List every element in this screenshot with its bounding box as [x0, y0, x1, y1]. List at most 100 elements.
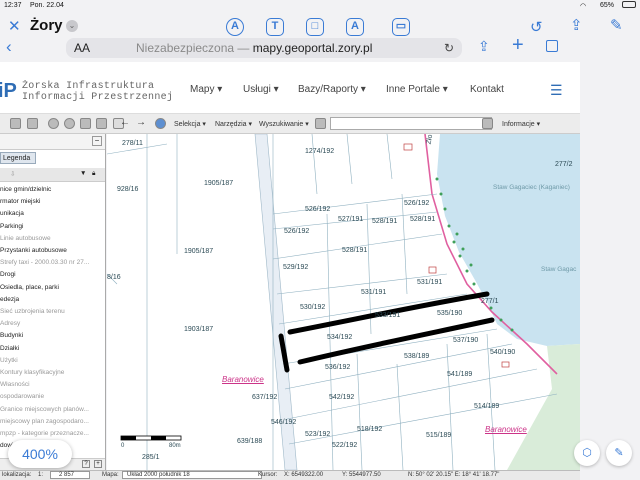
close-x-icon[interactable]: ✕	[8, 17, 21, 35]
wyszukiwanie-menu[interactable]: Wyszukiwanie ▾	[259, 120, 309, 128]
triangle-down-icon[interactable]: ▼	[80, 170, 86, 177]
legend-item[interactable]: unikacja	[0, 210, 24, 217]
tabs-icon[interactable]	[546, 40, 558, 52]
reload-icon[interactable]: ↻	[444, 38, 454, 58]
print-icon[interactable]	[10, 118, 21, 129]
legend-item[interactable]: Osiedla, place, parki	[0, 284, 59, 291]
scale-prefix: 1:	[38, 472, 44, 478]
legend-item[interactable]: Użytki	[0, 357, 18, 364]
pen-tip-icon[interactable]: A	[226, 18, 244, 36]
legend-item[interactable]: nice gmin/dzielnic	[0, 186, 51, 193]
legend-item[interactable]: ospodarowanie	[0, 393, 44, 400]
url-prefix: Niezabezpieczona —	[136, 41, 253, 55]
hamburger-menu-icon[interactable]: ☰	[550, 82, 563, 99]
zoom-in-icon[interactable]	[48, 118, 59, 129]
legend-item[interactable]: Strefy taxi - 2000.03.30 nr 27...	[0, 259, 89, 266]
parcel-label: 526/192	[305, 206, 331, 213]
parcel-label: 639/188	[237, 438, 263, 445]
shapes-icon[interactable]: □	[306, 18, 324, 36]
lasso-icon[interactable]: ⬡	[574, 440, 600, 466]
legend-item[interactable]: Sieć uzbrojenia terenu	[0, 308, 65, 315]
parcel-label: 540/190	[490, 349, 516, 356]
parcel-label: 285/1	[142, 454, 160, 461]
arrow-back-icon[interactable]: ←	[120, 117, 130, 128]
edit-icon[interactable]: ✎	[610, 16, 623, 34]
collapse-icon[interactable]: −	[92, 136, 102, 146]
parcel-label: 8/16	[107, 274, 121, 281]
legend-item[interactable]: Linie autobusowe	[0, 235, 51, 242]
legend-tab[interactable]: Legenda	[0, 152, 36, 164]
parcel-label: 531/191	[361, 289, 387, 296]
legend-item[interactable]: Własności	[0, 381, 30, 388]
battery-icon	[622, 1, 636, 8]
reader-aa[interactable]: AA	[74, 41, 90, 55]
help-icon[interactable]: ?	[82, 460, 90, 468]
legend-item[interactable]: Przystanki autobusowe	[0, 247, 67, 254]
legend-panel: − Legenda ⇩ ▼ 🔒︎ nice gmin/dzielnic rmato…	[0, 134, 106, 470]
down-icon[interactable]: ⇩	[10, 170, 15, 178]
image-icon[interactable]: ▭	[392, 18, 410, 36]
parcel-label: 515/189	[426, 432, 452, 439]
nav-bazy-raporty[interactable]: Bazy/Raporty ▾	[298, 84, 366, 95]
legend-item[interactable]: Budynki	[0, 332, 23, 339]
nav-uslugi[interactable]: Usługi ▾	[243, 84, 279, 95]
nav-kontakt[interactable]: Kontakt	[470, 84, 504, 95]
selekcja-menu[interactable]: Selekcja ▾	[174, 120, 206, 128]
zoom-out-icon[interactable]	[64, 118, 75, 129]
list-icon[interactable]	[315, 118, 326, 129]
legend-item[interactable]: mpzp - kategorie przeznacze...	[0, 430, 89, 437]
edit-pencil-icon[interactable]: ✎	[606, 440, 632, 466]
legend-item[interactable]: Adresy	[0, 320, 20, 327]
legend-item[interactable]: rmator miejski	[0, 198, 40, 205]
text-box-icon[interactable]: T	[266, 18, 284, 36]
lock-icon[interactable]: 🔒︎	[92, 170, 95, 178]
legend-item[interactable]: Granice miejscowych planów...	[0, 406, 89, 413]
informacje-menu[interactable]: Informacje ▾	[502, 120, 540, 128]
legend-item[interactable]: miejscowy plan zagospodaro...	[0, 418, 89, 425]
text-style-icon[interactable]: A	[346, 18, 364, 36]
parcel-label: 277/2	[555, 161, 573, 168]
share-icon[interactable]: ⇪	[570, 16, 583, 34]
site-header: iP Żorska Infrastruktura Informacji Prze…	[0, 62, 580, 114]
location-label: lokalizacja:	[2, 472, 32, 478]
legend-item[interactable]: Kontury klasyfikacyjne	[0, 369, 64, 376]
arrow-forward-icon[interactable]: →	[136, 117, 146, 128]
parcel-label: 526/192	[404, 200, 430, 207]
legend-item[interactable]: Działki	[0, 345, 19, 352]
add-icon[interactable]: +	[94, 460, 102, 468]
zoom-badge[interactable]: 400%	[8, 440, 72, 468]
logo-mark[interactable]: iP	[0, 80, 17, 103]
address-bar[interactable]: AA Niezabezpieczona — mapy.geoportal.zory…	[66, 38, 462, 58]
crs-select[interactable]: Układ 2000 południk 18	[122, 471, 262, 479]
scale-end: 80m	[169, 443, 181, 449]
narzedzia-menu[interactable]: Narzędzia ▾	[215, 120, 252, 128]
nav-inne-portale[interactable]: Inne Portale ▾	[386, 84, 448, 95]
parcel-label: 530/192	[300, 304, 326, 311]
legend-item[interactable]: edezja	[0, 296, 19, 303]
extent-icon[interactable]	[27, 118, 38, 129]
map-search-input[interactable]	[330, 117, 492, 130]
legend-item[interactable]: Parkingi	[0, 223, 23, 230]
zoom-window-icon[interactable]	[96, 118, 107, 129]
back-icon[interactable]: ‹	[6, 37, 12, 57]
scale-zero: 0	[121, 443, 125, 449]
new-tab-icon[interactable]: +	[512, 34, 524, 57]
parcel-label: 538/189	[404, 353, 430, 360]
search-go-icon[interactable]	[482, 118, 493, 129]
place-label: Baranowice	[222, 375, 264, 384]
document-title[interactable]: Żory	[30, 17, 63, 34]
parcel-label: 529/192	[283, 264, 309, 271]
info-icon[interactable]	[155, 118, 166, 129]
undo-icon[interactable]: ↺	[530, 18, 543, 36]
share-tab-icon[interactable]: ⇪	[478, 38, 490, 55]
scale-input[interactable]: 2 857	[50, 471, 90, 479]
legend-item[interactable]: Drogi	[0, 271, 16, 278]
zoom-box-icon[interactable]	[80, 118, 91, 129]
chevron-down-icon[interactable]: ⌄	[66, 20, 78, 32]
parcel-label: 277/1	[481, 298, 499, 305]
cursor-label: Kursor:	[258, 472, 278, 478]
nav-mapy[interactable]: Mapy ▾	[190, 84, 222, 95]
status-bar: 12:37 Pon. 22.04 ◠ 65%	[0, 0, 640, 12]
building	[403, 143, 413, 151]
map-canvas[interactable]: 278/11 1274/192 1905/187 928/16 526/192 526/1…	[107, 134, 580, 470]
